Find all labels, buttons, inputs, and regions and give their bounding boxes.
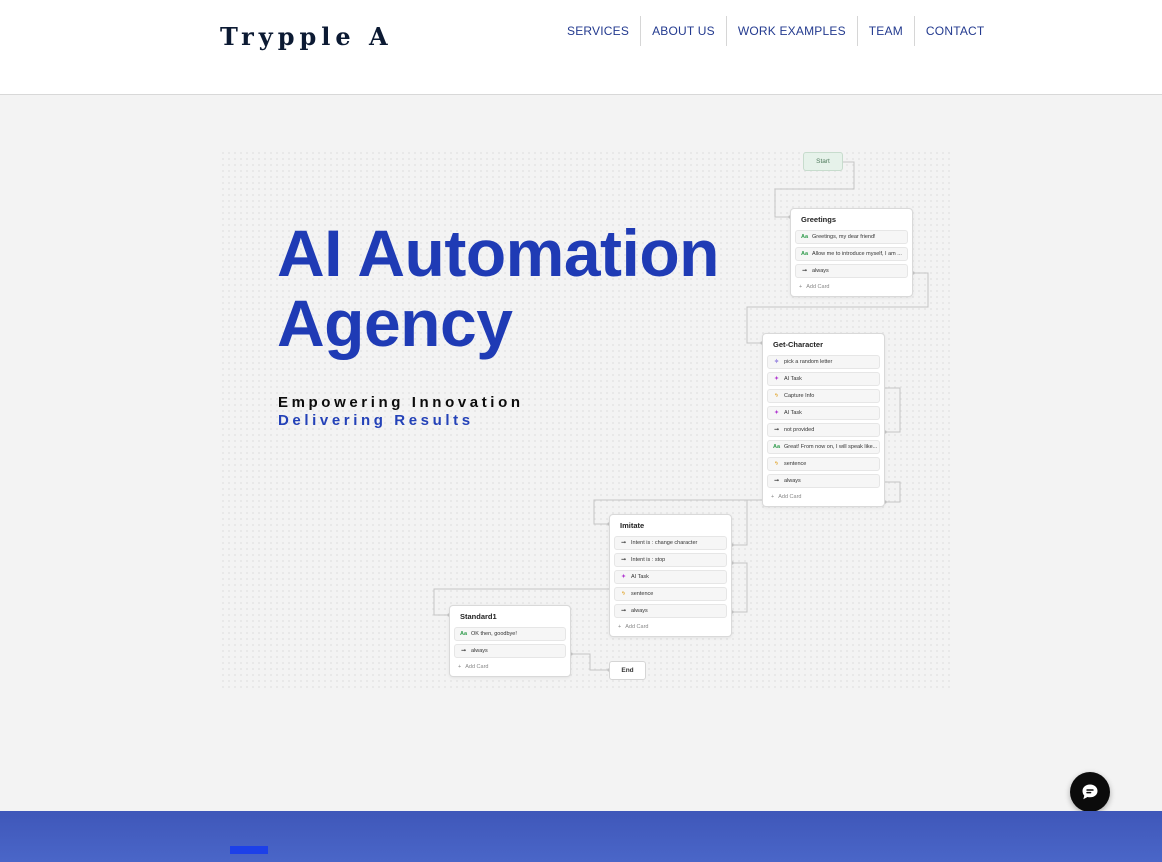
flow-card: Aa OK then, goodbye! xyxy=(454,627,566,641)
next-section-band xyxy=(0,811,1162,862)
arrow-icon: ⊸ xyxy=(621,557,626,563)
nav-about-us[interactable]: ABOUT US xyxy=(641,16,727,46)
ai-task-icon: ✦ xyxy=(774,376,779,382)
ai-task-icon: ✦ xyxy=(621,574,626,580)
text-icon: Aa xyxy=(801,251,809,257)
site-logo[interactable]: Trypple A xyxy=(220,22,393,51)
flow-node-standard1: Standard1 Aa OK then, goodbye! ⊸ always + A… xyxy=(449,605,571,677)
add-card-button: + Add Card xyxy=(458,664,489,670)
flow-card: ⊸ always xyxy=(767,474,880,488)
node-title: Get-Character xyxy=(773,340,824,349)
chat-bubble-icon xyxy=(1082,784,1098,800)
nav-services[interactable]: SERVICES xyxy=(556,16,642,46)
flow-card: ⊸ Intent is : change character xyxy=(614,536,727,550)
plus-icon: + xyxy=(618,624,622,630)
flow-card: ⊸ always xyxy=(454,644,566,658)
text-icon: Aa xyxy=(460,631,468,637)
flow-card: ⊸ Intent is : stop xyxy=(614,553,727,567)
flow-node-get-character: Get-Character ✧ pick a random letter ✦ AI … xyxy=(762,333,885,507)
node-title: Imitate xyxy=(620,521,645,530)
flow-card: ✦ AI Task xyxy=(767,372,880,386)
flow-end-node: End xyxy=(609,661,646,680)
hero-title-line1: AI Automation xyxy=(277,216,720,290)
node-title: Greetings xyxy=(801,215,837,224)
section-accent-bar xyxy=(230,846,268,854)
nav-contact[interactable]: CONTACT xyxy=(915,16,996,46)
add-card-button: + Add Card xyxy=(799,284,830,290)
flow-card: ϟ sentence xyxy=(614,587,727,601)
arrow-icon: ⊸ xyxy=(621,608,626,614)
arrow-icon: ⊸ xyxy=(774,478,779,484)
arrow-icon: ⊸ xyxy=(802,268,807,274)
add-card-button: + Add Card xyxy=(771,494,802,500)
flow-card: Aa Great! From now on, I will speak like.… xyxy=(767,440,880,454)
add-card-button: + Add Card xyxy=(618,624,649,630)
flow-card: Aa Allow me to introduce myself, I am ... xyxy=(795,247,908,261)
flow-card: ⊸ always xyxy=(795,264,908,278)
arrow-icon: ⊸ xyxy=(621,540,626,546)
capture-icon: ϟ xyxy=(622,591,625,597)
flow-card: ✦ AI Task xyxy=(614,570,727,584)
hero-tagline-1: Empowering Innovation xyxy=(278,394,524,411)
plus-icon: + xyxy=(771,494,775,500)
flow-card: Aa Greetings, my dear friend! xyxy=(795,230,908,244)
flow-card: ✦ AI Task xyxy=(767,406,880,420)
hero-tagline-2: Delivering Results xyxy=(278,412,474,429)
flow-card: ⊸ not provided xyxy=(767,423,880,437)
arrow-icon: ⊸ xyxy=(461,648,466,654)
arrow-icon: ⊸ xyxy=(774,427,779,433)
capture-icon: ϟ xyxy=(775,461,778,467)
hero-title: AI Automation Agency xyxy=(277,216,720,360)
sparkle-icon: ✧ xyxy=(774,359,779,365)
hero-title-line2: Agency xyxy=(277,286,513,360)
site-header: Trypple A SERVICES ABOUT US WORK EXAMPLE… xyxy=(0,0,1162,95)
nav-work-examples[interactable]: WORK EXAMPLES xyxy=(727,16,858,46)
text-icon: Aa xyxy=(773,444,781,450)
nav-team[interactable]: TEAM xyxy=(858,16,915,46)
plus-icon: + xyxy=(458,664,462,670)
flow-card: ⊸ always xyxy=(614,604,727,618)
flow-card: ϟ sentence xyxy=(767,457,880,471)
node-title: Standard1 xyxy=(460,612,497,621)
chat-button[interactable] xyxy=(1070,772,1110,812)
flow-node-greetings: Greetings Aa Greetings, my dear friend! A… xyxy=(790,208,913,297)
flow-card: ϟ Capture Info xyxy=(767,389,880,403)
flow-card: ✧ pick a random letter xyxy=(767,355,880,369)
main-nav: SERVICES ABOUT US WORK EXAMPLES TEAM CON… xyxy=(556,16,995,46)
ai-task-icon: ✦ xyxy=(774,410,779,416)
text-icon: Aa xyxy=(801,234,809,240)
plus-icon: + xyxy=(799,284,803,290)
flow-node-imitate: Imitate ⊸ Intent is : change character ⊸ I… xyxy=(609,514,732,637)
capture-icon: ϟ xyxy=(775,393,778,399)
flow-start-node: Start xyxy=(803,152,843,171)
